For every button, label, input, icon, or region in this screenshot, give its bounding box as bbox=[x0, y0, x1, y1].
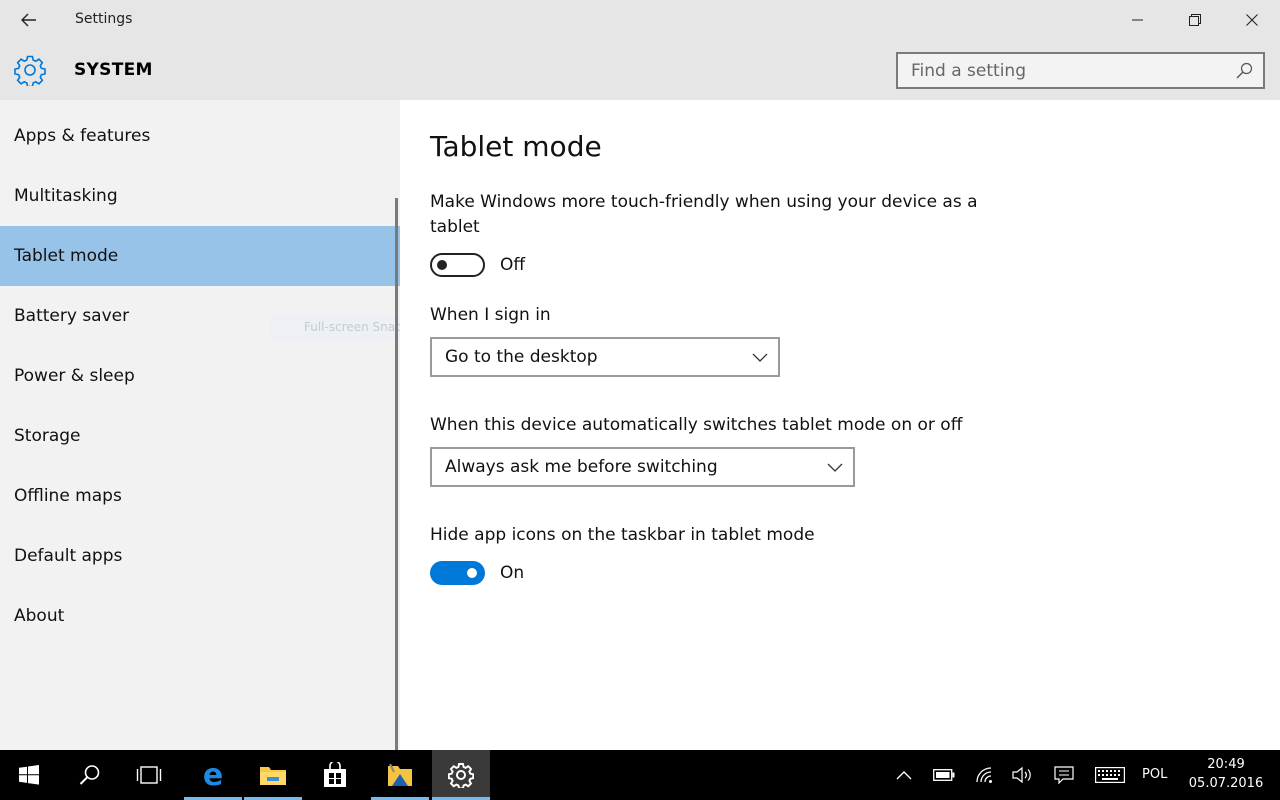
back-arrow-icon bbox=[21, 13, 36, 27]
sidebar-item-label: Battery saver bbox=[14, 306, 130, 326]
taskbar-search-button[interactable] bbox=[61, 750, 119, 800]
title-bar: Settings bbox=[0, 0, 1280, 40]
sidebar-item-label: Default apps bbox=[14, 546, 123, 566]
taskbar: e POL 20:49 05.07.2016 bbox=[0, 750, 1280, 800]
search-input[interactable] bbox=[898, 54, 1228, 87]
touch-friendly-toggle[interactable] bbox=[430, 253, 485, 277]
folder-app-taskbar-button[interactable] bbox=[371, 750, 429, 800]
settings-header: SYSTEM bbox=[0, 40, 1280, 100]
sidebar-item-label: Power & sleep bbox=[14, 366, 135, 386]
minimize-button[interactable] bbox=[1109, 0, 1166, 40]
hide-icons-state: On bbox=[500, 563, 525, 583]
touch-friendly-description: Make Windows more touch-friendly when us… bbox=[430, 192, 978, 237]
sidebar-item-label: Offline maps bbox=[14, 486, 122, 506]
store-taskbar-button[interactable] bbox=[306, 750, 364, 800]
sidebar-nav: Apps & features Multitasking Tablet mode… bbox=[0, 100, 472, 750]
search-icon bbox=[79, 765, 100, 785]
network-tray-button[interactable] bbox=[973, 764, 997, 786]
page-title: Tablet mode bbox=[430, 130, 602, 163]
keyboard-icon bbox=[1095, 767, 1125, 783]
sidebar-item-label: Apps & features bbox=[14, 126, 151, 146]
close-icon bbox=[1245, 14, 1258, 26]
touch-keyboard-button[interactable] bbox=[1094, 764, 1126, 786]
store-icon bbox=[324, 762, 346, 787]
sidebar-item-label: Multitasking bbox=[14, 186, 118, 206]
show-hidden-icons-button[interactable] bbox=[892, 764, 916, 786]
sidebar-item-offline-maps[interactable]: Offline maps bbox=[0, 466, 400, 526]
clock-time: 20:49 bbox=[1207, 757, 1245, 772]
sidebar-scrollbar[interactable] bbox=[395, 198, 398, 750]
sidebar-item-apps-features[interactable]: Apps & features bbox=[0, 106, 400, 166]
toggle-knob bbox=[467, 568, 477, 578]
sign-in-dropdown[interactable]: Go to the desktop bbox=[430, 337, 780, 377]
gear-icon bbox=[448, 763, 474, 788]
notification-icon bbox=[1054, 766, 1074, 784]
edge-icon: e bbox=[203, 761, 223, 789]
clock[interactable]: 20:49 05.07.2016 bbox=[1186, 755, 1266, 793]
sign-in-label: When I sign in bbox=[430, 305, 551, 325]
volume-tray-button[interactable] bbox=[1011, 764, 1035, 786]
battery-tray-button[interactable] bbox=[932, 764, 956, 786]
sidebar-item-default-apps[interactable]: Default apps bbox=[0, 526, 400, 586]
speaker-icon bbox=[1012, 766, 1031, 784]
settings-taskbar-button[interactable] bbox=[432, 750, 490, 800]
auto-switch-value: Always ask me before switching bbox=[445, 457, 718, 477]
section-title: SYSTEM bbox=[74, 60, 153, 80]
auto-switch-label: When this device automatically switches … bbox=[430, 415, 963, 435]
sidebar-item-power-sleep[interactable]: Power & sleep bbox=[0, 346, 400, 406]
sidebar-item-label: Storage bbox=[14, 426, 81, 446]
task-view-icon bbox=[136, 766, 162, 784]
hide-icons-toggle[interactable] bbox=[430, 561, 485, 585]
touch-friendly-state: Off bbox=[500, 255, 526, 275]
sidebar-item-tablet-mode[interactable]: Tablet mode bbox=[0, 226, 400, 286]
auto-switch-dropdown[interactable]: Always ask me before switching bbox=[430, 447, 855, 487]
action-center-button[interactable] bbox=[1052, 764, 1076, 786]
sidebar-item-multitasking[interactable]: Multitasking bbox=[0, 166, 400, 226]
battery-icon bbox=[933, 769, 955, 781]
sidebar-item-about[interactable]: About bbox=[0, 586, 400, 646]
folder-icon bbox=[260, 767, 286, 785]
hide-icons-description: Hide app icons on the taskbar in tablet … bbox=[430, 525, 815, 545]
back-button[interactable] bbox=[0, 0, 58, 40]
search-icon[interactable] bbox=[1236, 62, 1253, 79]
sign-in-value: Go to the desktop bbox=[445, 347, 598, 367]
app-title: Settings bbox=[75, 11, 133, 27]
minimize-icon bbox=[1131, 19, 1143, 21]
windows-logo-icon bbox=[19, 765, 39, 785]
folder-app-icon bbox=[388, 763, 412, 786]
svg-text:e: e bbox=[203, 761, 223, 789]
wifi-icon bbox=[976, 767, 992, 783]
input-language-indicator[interactable]: POL bbox=[1142, 767, 1167, 782]
sidebar-item-label: About bbox=[14, 606, 65, 626]
file-explorer-taskbar-button[interactable] bbox=[244, 750, 302, 800]
restore-button[interactable] bbox=[1166, 0, 1223, 40]
restore-icon bbox=[1188, 14, 1201, 26]
close-button[interactable] bbox=[1223, 0, 1280, 40]
chevron-down-icon bbox=[752, 353, 768, 362]
toggle-knob bbox=[437, 260, 447, 270]
chevron-up-icon bbox=[896, 771, 912, 780]
start-button[interactable] bbox=[0, 750, 58, 800]
gear-icon bbox=[14, 55, 46, 86]
task-view-button[interactable] bbox=[120, 750, 178, 800]
search-box[interactable] bbox=[896, 52, 1265, 89]
clock-date: 05.07.2016 bbox=[1188, 776, 1264, 791]
sidebar-item-storage[interactable]: Storage bbox=[0, 406, 400, 466]
chevron-down-icon bbox=[827, 463, 843, 472]
main-content: Tablet mode Make Windows more touch-frie… bbox=[400, 100, 1280, 750]
edge-taskbar-button[interactable]: e bbox=[184, 750, 242, 800]
sidebar-item-label: Tablet mode bbox=[14, 246, 119, 266]
